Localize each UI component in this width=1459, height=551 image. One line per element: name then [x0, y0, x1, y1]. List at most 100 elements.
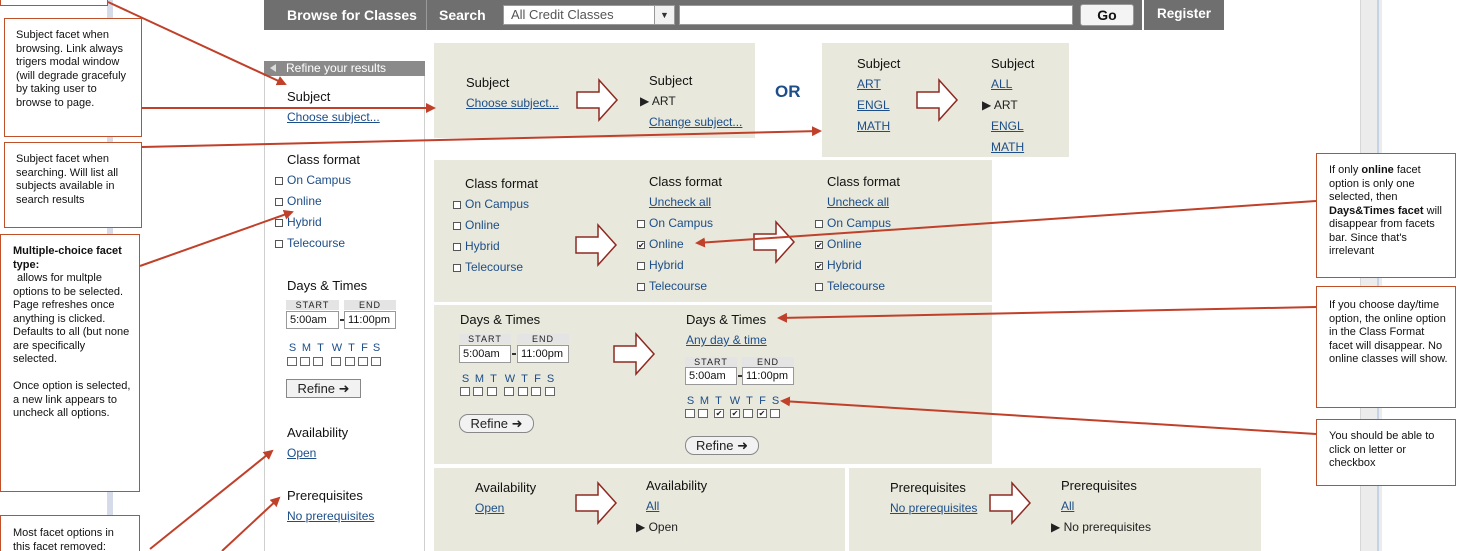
- end-time-input[interactable]: 11:00pm: [742, 367, 794, 385]
- prerequisites-all-link[interactable]: All: [1061, 499, 1074, 513]
- start-time-input[interactable]: 5:00am: [286, 311, 339, 329]
- day-checkbox-checked[interactable]: [714, 409, 724, 418]
- day-letter[interactable]: S: [545, 373, 556, 385]
- format-checkbox[interactable]: [815, 283, 823, 291]
- day-letter[interactable]: T: [315, 342, 326, 354]
- format-option[interactable]: Hybrid: [827, 258, 862, 272]
- subject-link[interactable]: ENGL: [857, 98, 890, 112]
- format-option[interactable]: Telecourse: [827, 279, 885, 293]
- day-letter[interactable]: M: [301, 342, 312, 354]
- availability-open-link[interactable]: Open: [475, 501, 504, 515]
- format-checkbox[interactable]: [453, 243, 461, 251]
- day-checkbox[interactable]: [504, 387, 514, 396]
- format-option[interactable]: Hybrid: [649, 258, 684, 272]
- format-checkbox[interactable]: [453, 201, 461, 209]
- format-option[interactable]: On Campus: [287, 173, 351, 187]
- availability-all-link[interactable]: All: [646, 499, 659, 513]
- format-checkbox[interactable]: [275, 198, 283, 206]
- no-prerequisites-link[interactable]: No prerequisites: [890, 501, 977, 515]
- day-letter[interactable]: T: [488, 373, 499, 385]
- day-letter[interactable]: S: [460, 373, 471, 385]
- refine-button[interactable]: Refine ➜: [459, 414, 534, 433]
- browse-classes-link[interactable]: Browse for Classes: [287, 0, 417, 30]
- format-option[interactable]: Hybrid: [287, 215, 322, 229]
- end-time-input[interactable]: 11:00pm: [517, 345, 569, 363]
- day-letter[interactable]: S: [287, 342, 298, 354]
- start-time-input[interactable]: 5:00am: [459, 345, 511, 363]
- day-checkbox[interactable]: [460, 387, 470, 396]
- subject-link[interactable]: MATH: [857, 119, 890, 133]
- day-checkbox[interactable]: [300, 357, 310, 366]
- day-letter[interactable]: T: [346, 342, 357, 354]
- day-checkbox[interactable]: [743, 409, 753, 418]
- format-option[interactable]: Telecourse: [465, 260, 523, 274]
- day-letter[interactable]: W: [728, 395, 742, 407]
- day-letter[interactable]: S: [685, 395, 696, 407]
- choose-subject-link[interactable]: Choose subject...: [466, 96, 559, 110]
- subject-link[interactable]: MATH: [991, 140, 1024, 154]
- day-checkbox[interactable]: [358, 357, 368, 366]
- format-option[interactable]: On Campus: [649, 216, 713, 230]
- format-checkbox[interactable]: [815, 220, 823, 228]
- format-option[interactable]: Hybrid: [465, 239, 500, 253]
- day-letter[interactable]: W: [330, 342, 344, 354]
- format-checkbox-checked[interactable]: [637, 241, 645, 249]
- format-checkbox[interactable]: [453, 264, 461, 272]
- day-checkbox[interactable]: [313, 357, 323, 366]
- end-time-input[interactable]: 11:00pm: [344, 311, 396, 329]
- day-checkbox[interactable]: [487, 387, 497, 396]
- day-checkbox[interactable]: [331, 357, 341, 366]
- change-subject-link[interactable]: Change subject...: [649, 115, 742, 129]
- format-option[interactable]: Online: [287, 194, 322, 208]
- day-checkbox-checked[interactable]: [757, 409, 767, 418]
- format-checkbox[interactable]: [637, 220, 645, 228]
- register-link[interactable]: Register: [1157, 0, 1211, 29]
- day-checkbox[interactable]: [287, 357, 297, 366]
- day-checkbox[interactable]: [473, 387, 483, 396]
- day-letter[interactable]: M: [699, 395, 710, 407]
- day-letter[interactable]: W: [503, 373, 517, 385]
- go-button[interactable]: Go: [1080, 4, 1134, 26]
- day-letter[interactable]: T: [713, 395, 724, 407]
- format-checkbox[interactable]: [275, 240, 283, 248]
- day-letter[interactable]: F: [757, 395, 768, 407]
- format-checkbox[interactable]: [637, 283, 645, 291]
- day-letter[interactable]: M: [474, 373, 485, 385]
- search-input[interactable]: [679, 5, 1073, 25]
- class-type-select[interactable]: All Credit Classes ▼: [503, 5, 675, 25]
- format-checkbox-checked[interactable]: [815, 241, 823, 249]
- day-checkbox-checked[interactable]: [730, 409, 740, 418]
- day-checkbox[interactable]: [685, 409, 695, 418]
- day-letter[interactable]: F: [532, 373, 543, 385]
- day-checkbox[interactable]: [518, 387, 528, 396]
- format-option[interactable]: Telecourse: [287, 236, 345, 250]
- format-checkbox[interactable]: [453, 222, 461, 230]
- day-checkbox[interactable]: [531, 387, 541, 396]
- day-checkbox[interactable]: [345, 357, 355, 366]
- format-option[interactable]: Online: [465, 218, 500, 232]
- any-day-time-link[interactable]: Any day & time: [686, 333, 767, 347]
- day-letter[interactable]: S: [371, 342, 382, 354]
- day-checkbox[interactable]: [545, 387, 555, 396]
- day-checkbox[interactable]: [698, 409, 708, 418]
- day-letter[interactable]: T: [744, 395, 755, 407]
- availability-open-link[interactable]: Open: [287, 446, 316, 460]
- day-letter[interactable]: T: [519, 373, 530, 385]
- day-letter[interactable]: S: [770, 395, 781, 407]
- day-checkbox[interactable]: [371, 357, 381, 366]
- choose-subject-link[interactable]: Choose subject...: [287, 110, 380, 124]
- refine-button[interactable]: Refine ➜: [685, 436, 759, 455]
- format-option[interactable]: Online: [827, 237, 862, 251]
- format-option[interactable]: Online: [649, 237, 684, 251]
- subject-link[interactable]: ENGL: [991, 119, 1024, 133]
- uncheck-all-link[interactable]: Uncheck all: [827, 195, 889, 209]
- day-letter[interactable]: F: [359, 342, 370, 354]
- day-checkbox[interactable]: [770, 409, 780, 418]
- refine-button[interactable]: Refine ➜: [286, 379, 361, 398]
- format-checkbox[interactable]: [275, 219, 283, 227]
- format-option[interactable]: On Campus: [827, 216, 891, 230]
- no-prerequisites-link[interactable]: No prerequisites: [287, 509, 374, 523]
- format-option[interactable]: Telecourse: [649, 279, 707, 293]
- chevron-down-icon[interactable]: ▼: [654, 6, 674, 24]
- format-checkbox-checked[interactable]: [815, 262, 823, 270]
